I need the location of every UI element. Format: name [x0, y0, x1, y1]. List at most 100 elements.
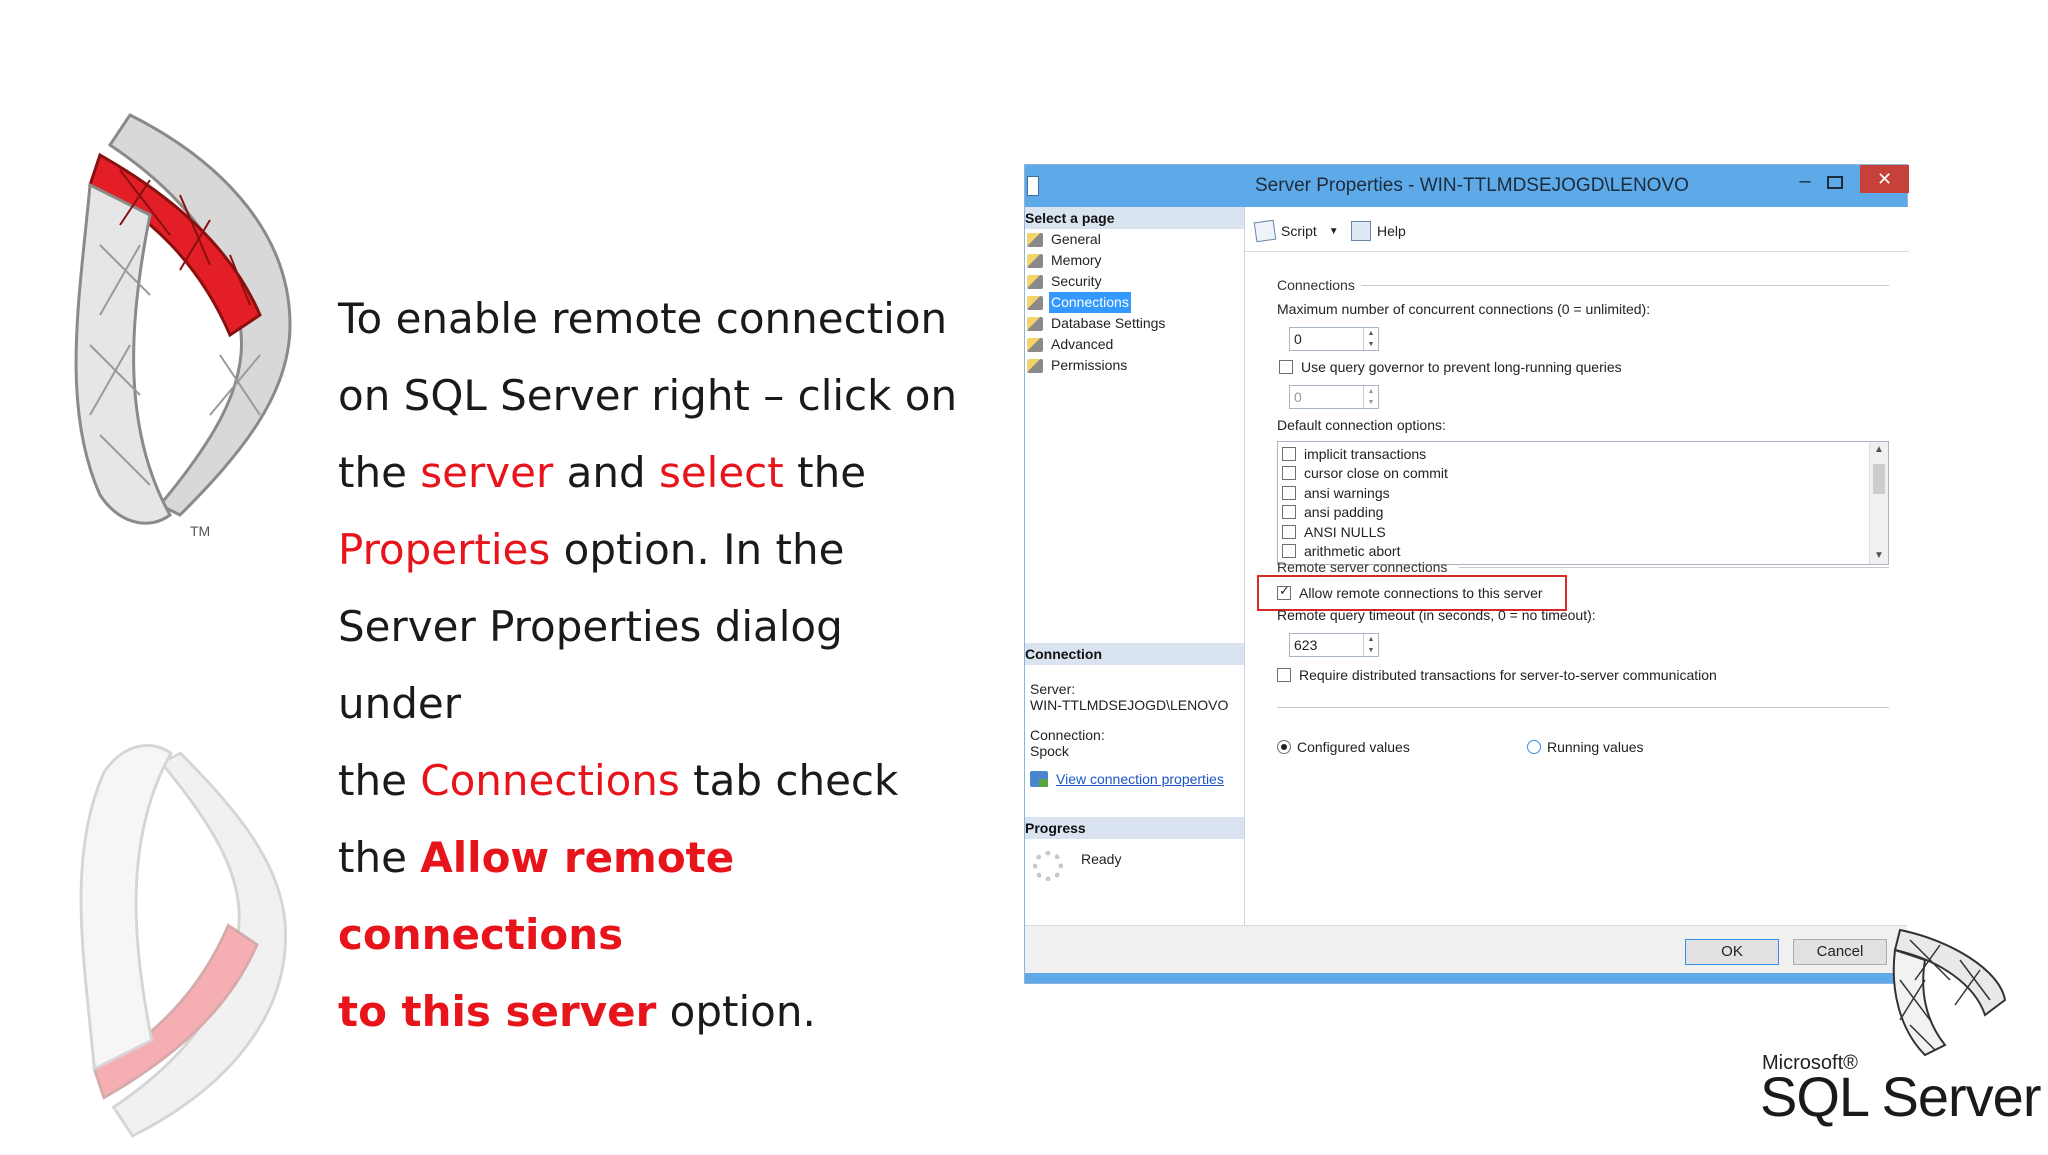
progress-spinner-icon [1033, 851, 1063, 881]
highlight-to-this-server: to this server [338, 987, 657, 1036]
instruction-line-4: Properties option. In the [338, 525, 845, 574]
default-options-label: Default connection options: [1277, 417, 1446, 433]
maximize-button[interactable] [1825, 173, 1845, 193]
checkbox-icon[interactable] [1279, 360, 1293, 374]
running-values-radio[interactable]: Running values [1527, 739, 1644, 755]
checkbox-icon[interactable] [1282, 446, 1296, 461]
dialog-title: Server Properties - WIN-TTLMDSEJOGD\LENO… [1255, 175, 1689, 196]
wrench-page-icon [1027, 316, 1043, 331]
page-item-general[interactable]: General [1027, 229, 1167, 250]
query-governor-checkbox[interactable]: Use query governor to prevent long-runni… [1279, 359, 1622, 375]
chevron-down-icon[interactable]: ▼ [1329, 226, 1339, 237]
network-icon [1030, 771, 1048, 787]
list-item[interactable]: cursor close on commit [1282, 464, 1888, 484]
sql-server-small-logo-icon [1892, 928, 2007, 1057]
sql-server-logo-reflection-icon [79, 744, 288, 1138]
progress-header: Progress [1025, 817, 1244, 839]
page-item-security[interactable]: Security [1027, 271, 1167, 292]
list-item[interactable]: ansi warnings [1282, 483, 1888, 503]
script-icon [1253, 219, 1277, 243]
instruction-line-8: to this server option. [338, 987, 816, 1036]
checkbox-icon[interactable] [1282, 524, 1296, 539]
scroll-down-icon[interactable]: ▼ [1870, 548, 1888, 564]
page-item-connections[interactable]: Connections [1027, 292, 1167, 313]
close-button[interactable]: ✕ [1860, 165, 1909, 193]
wrench-page-icon [1027, 358, 1043, 373]
group-divider [1459, 567, 1889, 568]
server-value: WIN-TTLMDSEJOGD\LENOVO [1030, 697, 1229, 713]
wrench-page-icon [1027, 337, 1043, 352]
default-options-list[interactable]: implicit transactions cursor close on co… [1277, 441, 1889, 565]
document-icon [1027, 176, 1039, 196]
view-connection-properties[interactable]: View connection properties [1030, 771, 1224, 787]
server-properties-dialog: Server Properties - WIN-TTLMDSEJOGD\LENO… [1024, 164, 1909, 984]
list-item[interactable]: ansi padding [1282, 503, 1888, 523]
max-connections-stepper[interactable]: 0 ▲ ▼ [1289, 327, 1379, 351]
page-list: General Memory Security Connections Data… [1027, 229, 1167, 376]
checkbox-icon[interactable] [1282, 485, 1296, 500]
brand-sql-server: SQL Server [1760, 1065, 2041, 1128]
remote-timeout-label: Remote query timeout (in seconds, 0 = no… [1277, 607, 1596, 623]
checkbox-icon[interactable] [1282, 544, 1296, 559]
list-item[interactable]: ANSI NULLS [1282, 522, 1888, 542]
instruction-line-3: the server and select the [338, 448, 867, 497]
checkbox-checked-icon[interactable] [1277, 583, 1291, 600]
page-item-advanced[interactable]: Advanced [1027, 334, 1167, 355]
group-divider [1361, 285, 1889, 286]
highlight-properties: Properties [338, 525, 551, 574]
stepper-arrows-icon: ▲ ▼ [1363, 386, 1378, 408]
wrench-page-icon [1027, 253, 1043, 268]
scroll-thumb[interactable] [1873, 464, 1885, 494]
remote-timeout-stepper[interactable]: 623 ▲ ▼ [1289, 633, 1379, 657]
script-button[interactable]: Script ▼ [1253, 219, 1339, 243]
view-connection-properties-link[interactable]: View connection properties [1056, 771, 1224, 787]
checkbox-icon[interactable] [1277, 668, 1291, 682]
sql-server-logo-icon [74, 113, 292, 525]
instruction-line-7: the Allow remote connections [338, 833, 735, 959]
group-divider [1277, 707, 1889, 708]
connection-label: Connection: [1030, 727, 1105, 743]
query-governor-stepper: 0 ▲ ▼ [1289, 385, 1379, 409]
highlight-connections: Connections [420, 756, 680, 805]
dialog-bottom-bar [1025, 973, 1907, 983]
distributed-transactions-checkbox[interactable]: Require distributed transactions for ser… [1277, 667, 1717, 683]
help-icon [1351, 221, 1371, 241]
ok-button[interactable]: OK [1685, 939, 1779, 965]
cancel-button[interactable]: Cancel [1793, 939, 1887, 965]
instruction-line-1: To enable remote connection [338, 294, 948, 343]
checkbox-icon[interactable] [1282, 505, 1296, 520]
options-scrollbar[interactable]: ▲ ▼ [1869, 442, 1888, 564]
wrench-page-icon [1027, 274, 1043, 289]
stepper-arrows-icon[interactable]: ▲ ▼ [1363, 328, 1378, 350]
wrench-page-icon [1027, 295, 1043, 310]
configured-values-radio[interactable]: Configured values [1277, 739, 1410, 755]
connection-header: Connection [1025, 643, 1244, 665]
highlight-select: select [658, 448, 784, 497]
help-button[interactable]: Help [1351, 221, 1406, 241]
stepper-arrows-icon[interactable]: ▲ ▼ [1363, 634, 1378, 656]
instruction-line-6: the Connections tab check [338, 756, 899, 805]
radio-selected-icon[interactable] [1277, 740, 1291, 754]
progress-status: Ready [1081, 851, 1122, 867]
minimize-button[interactable]: – [1795, 171, 1815, 193]
connections-group-label: Connections [1277, 277, 1355, 293]
instruction-text: To enable remote connection on SQL Serve… [338, 280, 978, 1050]
highlight-server: server [420, 448, 554, 497]
page-item-database-settings[interactable]: Database Settings [1027, 313, 1167, 334]
radio-icon[interactable] [1527, 740, 1541, 754]
list-item[interactable]: implicit transactions [1282, 444, 1888, 464]
connections-page: Script ▼ Help Connections Maximum number… [1245, 207, 1909, 967]
scroll-up-icon[interactable]: ▲ [1870, 442, 1888, 458]
wrench-page-icon [1027, 232, 1043, 247]
page-item-permissions[interactable]: Permissions [1027, 355, 1167, 376]
server-label: Server: [1030, 681, 1076, 697]
dialog-titlebar[interactable]: Server Properties - WIN-TTLMDSEJOGD\LENO… [1025, 165, 1909, 207]
max-connections-label: Maximum number of concurrent connections… [1277, 301, 1651, 317]
checkbox-icon[interactable] [1282, 466, 1296, 481]
toolbar: Script ▼ Help [1245, 207, 1909, 252]
trademark-label: TM [190, 523, 211, 539]
page-item-memory[interactable]: Memory [1027, 250, 1167, 271]
dialog-footer: OK Cancel [1025, 925, 1907, 974]
allow-remote-checkbox[interactable]: Allow remote connections to this server [1277, 583, 1543, 601]
instruction-line-2: on SQL Server right – click on [338, 371, 958, 420]
